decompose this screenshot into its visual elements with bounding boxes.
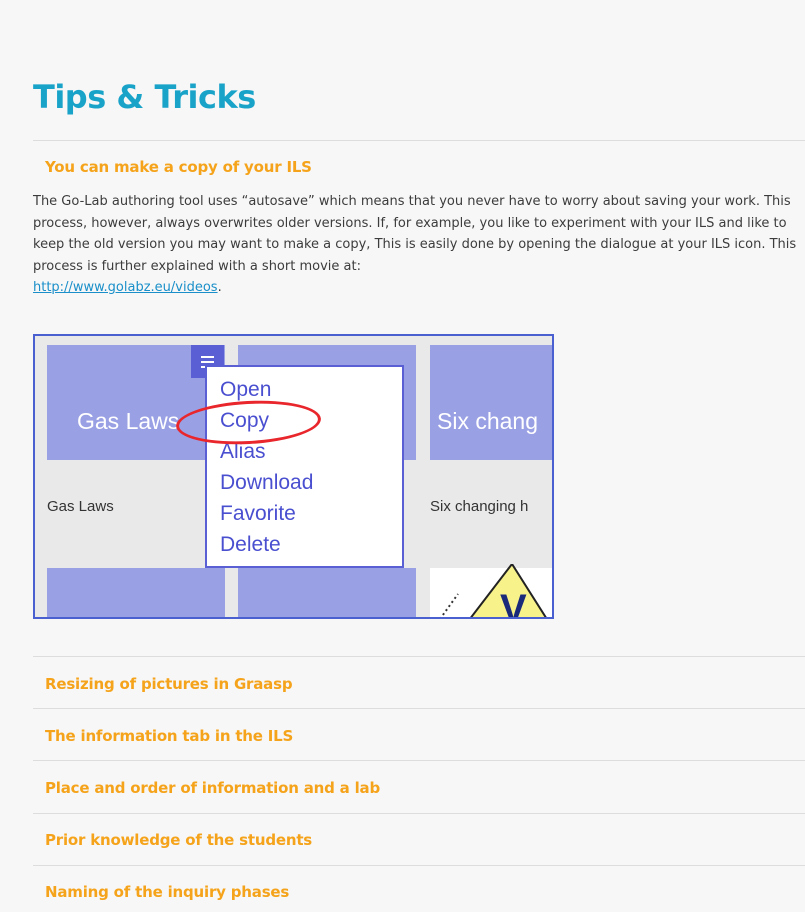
card-caption-gas-laws: Gas Laws	[47, 498, 114, 515]
videos-link[interactable]: http://www.golabz.eu/videos	[33, 280, 218, 295]
tip-title-place-order[interactable]: Place and order of information and a lab	[45, 779, 380, 797]
card-caption-six-changing: Six changing h	[430, 498, 529, 515]
tip-title-prior-knowledge[interactable]: Prior knowledge of the students	[45, 831, 312, 849]
menu-item-delete[interactable]: Delete	[220, 533, 281, 557]
ils-screenshot-figure: Gas Laws Six chang Gas Laws Six changing…	[33, 334, 554, 619]
ils-tile-six-changing: Six chang	[430, 345, 552, 460]
ils-tile-bottom-2	[238, 568, 416, 617]
ils-context-menu: Open Copy Alias Download Favorite Delete	[205, 365, 404, 568]
tip-title-inquiry-phases[interactable]: Naming of the inquiry phases	[45, 883, 289, 901]
tip-title-copy-ils[interactable]: You can make a copy of your ILS	[45, 158, 312, 176]
warning-sign-icon: V	[440, 564, 547, 619]
menu-lines-icon	[201, 355, 214, 358]
divider	[33, 865, 805, 866]
divider	[33, 708, 805, 709]
divider	[33, 140, 805, 141]
tip-title-resizing[interactable]: Resizing of pictures in Graasp	[45, 675, 293, 693]
tile-title: Six chang	[437, 408, 539, 434]
ils-tile-bottom-1	[47, 568, 225, 617]
link-suffix: .	[217, 280, 222, 295]
tip-title-information-tab[interactable]: The information tab in the ILS	[45, 727, 293, 745]
menu-item-open[interactable]: Open	[220, 378, 271, 402]
menu-item-favorite[interactable]: Favorite	[220, 502, 296, 526]
tip-body-text: The Go-Lab authoring tool uses “autosave…	[33, 191, 803, 299]
tile-title: Gas Laws	[77, 408, 180, 434]
divider	[33, 813, 805, 814]
page-title: Tips & Tricks	[33, 78, 256, 116]
divider	[33, 760, 805, 761]
warning-letter: V	[500, 587, 527, 619]
tip-description: The Go-Lab authoring tool uses “autosave…	[33, 194, 797, 274]
menu-item-download[interactable]: Download	[220, 471, 313, 495]
divider	[33, 656, 805, 657]
